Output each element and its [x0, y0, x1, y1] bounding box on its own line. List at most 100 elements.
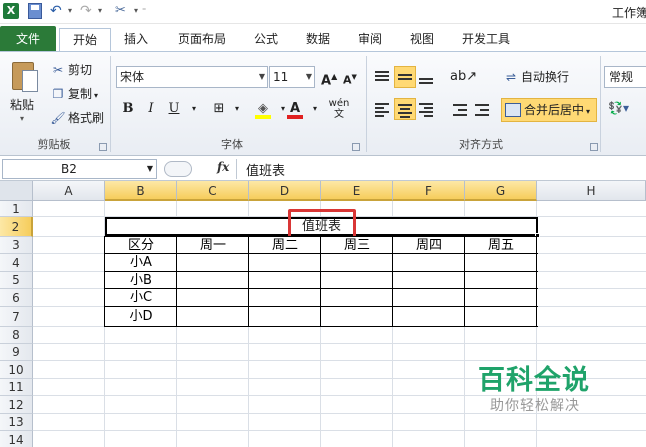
- column-header-e[interactable]: E: [321, 181, 393, 201]
- table-cell[interactable]: [465, 307, 537, 327]
- grow-font-icon[interactable]: A▲: [321, 66, 337, 92]
- table-cell[interactable]: [321, 272, 393, 289]
- table-cell[interactable]: [465, 272, 537, 289]
- paste-dropdown-icon[interactable]: ▾: [20, 114, 24, 123]
- table-cell[interactable]: [177, 254, 249, 272]
- table-cell[interactable]: [393, 254, 465, 272]
- table-cell[interactable]: [249, 272, 321, 289]
- formula-expand-handle[interactable]: [164, 161, 192, 177]
- redo-icon[interactable]: ↷: [80, 3, 96, 19]
- table-cell[interactable]: [321, 289, 393, 307]
- merge-center-button[interactable]: 合并后居中 ▾: [501, 98, 597, 122]
- font-color-icon[interactable]: A: [284, 98, 306, 120]
- row-header-12[interactable]: 12: [0, 396, 33, 414]
- excel-logo-icon[interactable]: X: [3, 3, 19, 19]
- table-cell[interactable]: [393, 289, 465, 307]
- undo-icon[interactable]: ↶: [50, 3, 66, 19]
- column-header-c[interactable]: C: [177, 181, 249, 201]
- tab-review[interactable]: 审阅: [350, 28, 390, 52]
- table-cell[interactable]: [177, 289, 249, 307]
- row-header-14[interactable]: 14: [0, 431, 33, 447]
- table-header-cell[interactable]: 周二: [249, 237, 321, 254]
- alignment-launcher-icon[interactable]: [590, 143, 598, 151]
- table-name-cell[interactable]: 小B: [105, 272, 177, 289]
- row-header-7[interactable]: 7: [0, 307, 33, 327]
- row-header-1[interactable]: 1: [0, 201, 33, 217]
- tab-view[interactable]: 视图: [402, 28, 442, 52]
- table-cell[interactable]: [393, 307, 465, 327]
- row-header-13[interactable]: 13: [0, 414, 33, 431]
- column-header-h[interactable]: H: [537, 181, 646, 201]
- formula-input[interactable]: 值班表: [246, 160, 285, 179]
- column-header-d[interactable]: D: [249, 181, 321, 201]
- column-header-b[interactable]: B: [105, 181, 177, 201]
- font-name-select[interactable]: 宋体 ▼: [116, 66, 268, 88]
- row-header-10[interactable]: 10: [0, 361, 33, 379]
- table-header-cell[interactable]: 周三: [321, 237, 393, 254]
- increase-indent-icon[interactable]: [472, 98, 494, 120]
- table-name-cell[interactable]: 小C: [105, 289, 177, 307]
- row-header-11[interactable]: 11: [0, 379, 33, 396]
- table-cell[interactable]: [465, 289, 537, 307]
- tab-home[interactable]: 开始: [59, 28, 111, 53]
- align-center-icon[interactable]: [394, 98, 416, 120]
- orientation-icon[interactable]: ab↗: [450, 66, 477, 88]
- table-header-cell[interactable]: 区分: [105, 237, 177, 254]
- undo-dropdown-icon[interactable]: ▾: [68, 3, 76, 19]
- row-header-3[interactable]: 3: [0, 237, 33, 254]
- table-name-cell[interactable]: 小A: [105, 254, 177, 272]
- table-name-cell[interactable]: 小D: [105, 307, 177, 327]
- insert-function-icon[interactable]: fx: [217, 160, 229, 174]
- clipboard-launcher-icon[interactable]: [99, 143, 107, 151]
- italic-button[interactable]: I: [140, 98, 162, 120]
- tab-data[interactable]: 数据: [298, 28, 338, 52]
- tab-insert[interactable]: 插入: [114, 28, 158, 52]
- copy-button[interactable]: ❐ 复制 ▾: [50, 84, 98, 104]
- number-format-select[interactable]: 常规: [604, 66, 646, 88]
- row-header-9[interactable]: 9: [0, 344, 33, 361]
- table-cell[interactable]: [249, 254, 321, 272]
- table-cell[interactable]: [177, 272, 249, 289]
- cut-button[interactable]: ✂ 剪切: [50, 60, 92, 80]
- align-right-icon[interactable]: [416, 98, 438, 120]
- align-top-icon[interactable]: [372, 66, 394, 88]
- tab-formulas[interactable]: 公式: [246, 28, 286, 52]
- currency-icon[interactable]: 💱▾: [608, 98, 629, 118]
- align-middle-icon[interactable]: [394, 66, 416, 88]
- shrink-font-icon[interactable]: A▼: [343, 66, 357, 92]
- name-box[interactable]: B2 ▼: [2, 159, 157, 179]
- customize-tool-icon[interactable]: ✂: [115, 3, 131, 19]
- table-cell[interactable]: [393, 272, 465, 289]
- align-left-icon[interactable]: [372, 98, 394, 120]
- row-header-5[interactable]: 5: [0, 272, 33, 289]
- column-header-g[interactable]: G: [465, 181, 537, 201]
- border-dropdown-icon[interactable]: ▾: [226, 98, 248, 120]
- tab-page-layout[interactable]: 页面布局: [170, 28, 234, 52]
- row-header-4[interactable]: 4: [0, 254, 33, 272]
- decrease-indent-icon[interactable]: [450, 98, 472, 120]
- tool-dropdown-icon[interactable]: ▾: [134, 3, 142, 19]
- paste-icon[interactable]: [10, 58, 40, 94]
- customize-qat-icon[interactable]: ⁼: [142, 3, 150, 19]
- underline-dropdown-icon[interactable]: ▾: [183, 98, 205, 120]
- paste-button-label[interactable]: 粘贴: [10, 96, 34, 113]
- bold-button[interactable]: B: [117, 98, 139, 120]
- fill-color-icon[interactable]: ◈: [252, 98, 274, 120]
- column-header-f[interactable]: F: [393, 181, 465, 201]
- font-size-select[interactable]: 11 ▼: [269, 66, 315, 88]
- underline-button[interactable]: U: [163, 98, 185, 120]
- align-bottom-icon[interactable]: [416, 66, 438, 88]
- table-cell[interactable]: [249, 307, 321, 327]
- format-painter-button[interactable]: 🖌 格式刷: [50, 108, 104, 128]
- tab-file[interactable]: 文件: [0, 26, 56, 52]
- phonetic-icon[interactable]: wén 文: [328, 98, 350, 120]
- tab-developer[interactable]: 开发工具: [456, 28, 516, 52]
- table-header-cell[interactable]: 周五: [465, 237, 537, 254]
- save-icon[interactable]: [28, 3, 42, 19]
- table-cell[interactable]: [465, 254, 537, 272]
- column-header-a[interactable]: A: [33, 181, 105, 201]
- table-cell[interactable]: [249, 289, 321, 307]
- table-header-cell[interactable]: 周四: [393, 237, 465, 254]
- table-cell[interactable]: [321, 254, 393, 272]
- row-header-2[interactable]: 2: [0, 217, 33, 237]
